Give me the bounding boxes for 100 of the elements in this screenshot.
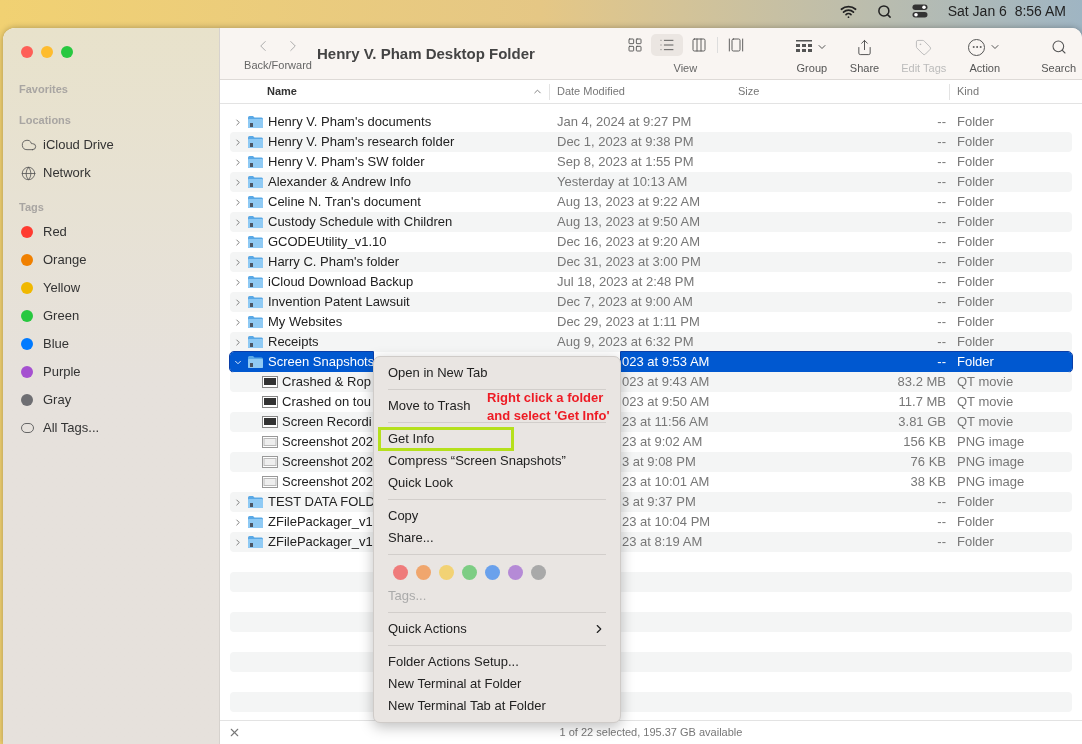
menu-item[interactable]: New Terminal Tab at Folder (379, 695, 555, 717)
column-header[interactable]: Name (267, 83, 532, 100)
file-row[interactable]: iCloud Download Backup Jul 18, 2023 at 2:48 PM -- Folder (230, 272, 1072, 292)
sidebar-item[interactable]: iCloud Drive (3, 131, 219, 159)
menu-item[interactable]: New Terminal at Folder (379, 673, 531, 695)
column-header[interactable]: Size (738, 83, 760, 100)
list-view-icon (658, 37, 675, 53)
menu-item[interactable]: Share... (379, 527, 443, 549)
file-row[interactable]: ZFilePackager_v1 (230, 512, 373, 532)
sidebar-item[interactable]: Gray (3, 386, 219, 414)
menu-item[interactable]: Open in New Tab (379, 362, 497, 384)
file-row[interactable]: Crashed on tou (230, 392, 373, 412)
file-row[interactable]: Receipts Aug 9, 2023 at 6:32 PM -- Folder (230, 332, 1072, 352)
file-name: Henry V. Pham's SW folder (268, 153, 425, 172)
column-header[interactable]: Kind (950, 83, 980, 100)
close-icon[interactable] (228, 726, 241, 739)
file-row[interactable]: 023 at 9:43 AM 83.2 MB QT movie (621, 372, 1072, 392)
file-row[interactable]: My Websites Dec 29, 2023 at 1:11 PM -- Folder (230, 312, 1072, 332)
menu-item[interactable]: Folder Actions Setup... (379, 651, 528, 673)
date-cell-text: Dec 7, 2023 at 9:00 AM (556, 293, 694, 312)
kind-cell-text: PNG image (956, 473, 1025, 492)
view-mode-button[interactable] (650, 34, 683, 56)
sidebar-item[interactable]: Blue (3, 330, 219, 358)
toolbar-button[interactable]: Group (791, 36, 832, 77)
sidebar-item[interactable]: Red (3, 218, 219, 246)
toolbar-button[interactable]: Action (964, 36, 1006, 77)
date-cell-text: 023 at 9:50 AM (621, 393, 711, 412)
file-row[interactable]: Screen Snapshots (230, 352, 373, 372)
disclosure-icon[interactable] (233, 236, 243, 248)
menu-item[interactable]: Compress “Screen Snapshots” (379, 450, 575, 472)
kind-cell-text: Folder (956, 173, 994, 192)
search-icon[interactable] (876, 3, 892, 19)
sidebar-item[interactable]: Network (3, 159, 219, 187)
menu-item[interactable]: Get Info (379, 428, 513, 450)
disclosure-icon[interactable] (233, 296, 243, 308)
menu-item[interactable]: Copy (379, 505, 428, 527)
menu-bar-clock[interactable]: Sat Jan 6 8:56 AM (947, 0, 1066, 22)
sidebar-item[interactable]: Green (3, 302, 219, 330)
date-cell-text: Aug 13, 2023 at 9:50 AM (556, 213, 702, 232)
disclosure-icon[interactable] (233, 536, 243, 548)
file-row[interactable]: 23 at 11:56 AM 3.81 GB QT movie (621, 412, 1072, 432)
close-button[interactable] (21, 46, 33, 58)
date-cell-text: Dec 31, 2023 at 3:00 PM (556, 253, 702, 272)
disclosure-icon[interactable] (233, 216, 243, 228)
file-row[interactable]: Screenshot 202 (230, 452, 373, 472)
file-row[interactable]: Henry V. Pham's documents Jan 4, 2024 at 9:27 PM -- Folder (230, 112, 1072, 132)
disclosure-icon[interactable] (233, 136, 243, 148)
globe-icon (21, 165, 36, 181)
file-row[interactable]: 3 at 9:08 PM 76 KB PNG image (621, 452, 1072, 472)
file-row[interactable]: 23 at 8:19 AM -- Folder (621, 532, 1072, 552)
disclosure-icon[interactable] (233, 276, 243, 288)
toolbar-button[interactable]: Share (845, 36, 884, 77)
annotation-text: Right click a folder and select 'Get Info' (487, 389, 610, 425)
menu-item[interactable]: Quick Actions (379, 618, 615, 640)
folder-icon (247, 535, 264, 549)
menu-item[interactable]: Move to Trash (379, 395, 480, 417)
minimize-button[interactable] (41, 46, 53, 58)
disclosure-icon[interactable] (233, 516, 243, 528)
file-row[interactable]: 023 at 9:50 AM 11.7 MB QT movie (621, 392, 1072, 412)
file-row[interactable]: 023 at 9:53 AM -- Folder (621, 352, 1072, 372)
file-name: Alexander & Andrew Info (268, 173, 412, 192)
disclosure-icon[interactable] (233, 156, 243, 168)
file-row[interactable]: Custody Schedule with Children Aug 13, 2023 at 9:50 AM -- Folder (230, 212, 1072, 232)
control-center-icon[interactable] (911, 4, 928, 18)
file-row[interactable]: 23 at 10:01 AM 38 KB PNG image (621, 472, 1072, 492)
disclosure-icon[interactable] (233, 336, 243, 348)
kind-cell-text: Folder (956, 533, 994, 552)
gallery-view-icon (727, 37, 744, 53)
file-row[interactable]: Henry V. Pham's SW folder Sep 8, 2023 at 1:55 PM -- Folder (230, 152, 1072, 172)
disclosure-icon[interactable] (233, 116, 243, 128)
file-row[interactable]: Invention Patent Lawsuit Dec 7, 2023 at 9:00 AM -- Folder (230, 292, 1072, 312)
zoom-button[interactable] (61, 46, 73, 58)
disclosure-icon[interactable] (233, 176, 243, 188)
folder-icon (247, 335, 264, 349)
file-row[interactable]: Screen Recordi (230, 412, 373, 432)
file-row[interactable]: ZFilePackager_v1 (230, 532, 373, 552)
sidebar-item[interactable]: Purple (3, 358, 219, 386)
column-header[interactable]: Date Modified (550, 83, 735, 100)
file-row[interactable]: Alexander & Andrew Info Yesterday at 10:13 AM -- Folder (230, 172, 1072, 192)
sidebar-item[interactable]: Orange (3, 246, 219, 274)
file-row[interactable]: Screenshot 202 (230, 472, 373, 492)
sidebar-section-title: Locations (18, 112, 72, 128)
file-row[interactable]: Henry V. Pham's research folder Dec 1, 2023 at 9:38 PM -- Folder (230, 132, 1072, 152)
file-row[interactable]: Harry C. Pham's folder Dec 31, 2023 at 3:00 PM -- Folder (230, 252, 1072, 272)
date-cell-text: Jul 18, 2023 at 2:48 PM (556, 273, 696, 292)
file-row[interactable]: 23 at 9:02 AM 156 KB PNG image (621, 432, 1072, 452)
sidebar-item[interactable]: All Tags... (3, 414, 219, 442)
disclosure-icon[interactable] (233, 496, 243, 508)
file-row[interactable]: Crashed & Rop (230, 372, 373, 392)
file-row[interactable]: Screenshot 202 (230, 432, 373, 452)
disclosure-icon[interactable] (233, 256, 243, 268)
menu-item[interactable]: Quick Look (379, 472, 463, 494)
toolbar-button[interactable]: Search (1037, 36, 1081, 77)
file-row[interactable]: Celine N. Tran's document Aug 13, 2023 at 9:22 AM -- Folder (230, 192, 1072, 212)
disclosure-icon[interactable] (233, 196, 243, 208)
file-row[interactable]: 3 at 9:37 PM -- Folder (621, 492, 1072, 512)
disclosure-icon[interactable] (233, 316, 243, 328)
file-row[interactable]: 23 at 10:04 PM -- Folder (621, 512, 1072, 532)
sidebar-item[interactable]: Yellow (3, 274, 219, 302)
file-row[interactable]: GCODEUtility_v1.10 Dec 16, 2023 at 9:20 AM -- Folder (230, 232, 1072, 252)
